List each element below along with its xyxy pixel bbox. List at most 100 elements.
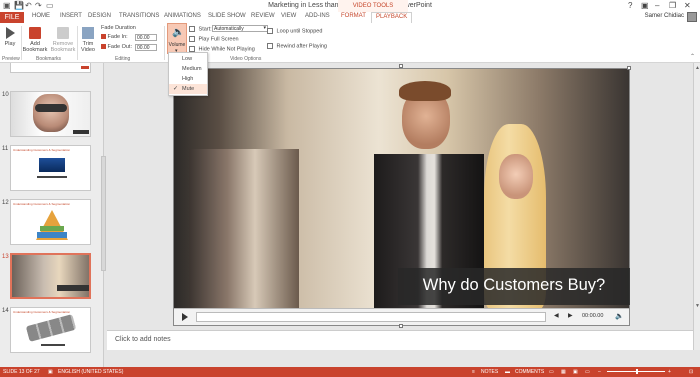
group-video-options-label: Video Options [230, 56, 262, 62]
fade-out-icon [101, 44, 106, 50]
tab-add-ins[interactable]: ADD-INS [305, 13, 330, 19]
loop-until-stopped-checkbox[interactable]: Loop until Stopped [267, 28, 322, 34]
scroll-down-icon[interactable]: ▼ [695, 303, 700, 309]
loop-until-stopped-label: Loop until Stopped [276, 28, 323, 35]
tab-animations[interactable]: ANIMATIONS [164, 13, 201, 19]
speaker-icon: 🔈 [172, 27, 185, 38]
slideshow-view-icon[interactable]: ▭ [585, 369, 590, 375]
volume-option-low[interactable]: Low [169, 54, 207, 64]
slide-12-title: Understanding Customers & Segmentation [13, 202, 71, 206]
trim-video-label: Trim Video [81, 41, 95, 53]
ribbon-display-icon[interactable]: ▣ [641, 1, 649, 10]
tab-file[interactable]: FILE [0, 12, 24, 23]
normal-view-icon[interactable]: ▭ [549, 369, 554, 375]
slide-thumbnail-13[interactable] [10, 253, 91, 299]
add-bookmark-button[interactable]: Add Bookmark [22, 27, 48, 53]
spellcheck-icon[interactable]: ▣ [48, 369, 53, 375]
comments-icon[interactable]: ▬ [505, 369, 510, 375]
forward-icon[interactable]: ▶ [568, 312, 573, 319]
slide-number-14: 14 [2, 308, 9, 314]
resize-handle[interactable] [627, 66, 631, 70]
tab-transitions[interactable]: TRANSITIONS [119, 13, 159, 19]
slide-thumbnail-partial[interactable] [10, 63, 91, 73]
video-time: 00:00.00 [582, 313, 604, 319]
collapse-ribbon-icon[interactable]: ⌃ [690, 53, 695, 60]
trim-video-button[interactable]: Trim Video [79, 27, 97, 53]
volume-button[interactable]: 🔈 Volume ▾ [167, 23, 187, 54]
loop-until-stopped-check[interactable] [267, 28, 273, 34]
group-bookmarks-label: Bookmarks [36, 56, 62, 62]
volume-option-mute-label: Mute [182, 86, 195, 92]
video-volume-icon[interactable]: 🔈 [615, 312, 624, 320]
slide-thumbnail-10[interactable] [10, 91, 91, 137]
zoom-slider-thumb[interactable] [636, 369, 638, 374]
remove-bookmark-button[interactable]: Remove Bookmark [50, 27, 76, 53]
fade-out-spinner[interactable]: 00.00 [135, 44, 157, 51]
fit-slide-icon[interactable]: ⊡ [689, 369, 693, 375]
video-play-icon[interactable] [182, 313, 188, 321]
fade-in-spinner[interactable]: 00.00 [135, 34, 157, 41]
reading-view-icon[interactable]: ▣ [573, 369, 578, 375]
tab-home[interactable]: HOME [32, 13, 50, 19]
remove-bookmark-icon [57, 27, 69, 39]
fade-in-label: Fade In: [107, 34, 128, 40]
slide-thumbnails-panel: 10 11 Understanding Customers & Segmenta… [0, 63, 106, 368]
man-hair-image [399, 81, 451, 101]
tab-insert[interactable]: INSERT [60, 13, 82, 19]
video-seek-bar[interactable] [196, 312, 546, 322]
volume-option-medium[interactable]: Medium [169, 64, 207, 74]
comments-button[interactable]: COMMENTS [515, 369, 544, 375]
resize-handle[interactable] [399, 64, 403, 68]
slide-thumbnail-12[interactable]: Understanding Customers & Segmentation [10, 199, 91, 245]
zoom-in-icon[interactable]: + [668, 369, 671, 375]
slide-thumbnail-11[interactable]: Understanding Customers & Segmentation [10, 145, 91, 191]
help-icon[interactable]: ? [628, 1, 632, 10]
user-name[interactable]: Samer Chidiac [645, 13, 684, 19]
minimize-icon[interactable]: – [655, 1, 659, 10]
avatar[interactable] [687, 12, 697, 22]
slide-panel-scrollbar[interactable] [101, 156, 106, 271]
play-full-screen-checkbox[interactable]: Play Full Screen [189, 36, 239, 42]
notes-button[interactable]: NOTES [481, 369, 498, 375]
notes-icon[interactable]: ≡ [472, 369, 475, 375]
tab-view[interactable]: VIEW [281, 13, 296, 19]
ribbon: Play Preview Add Bookmark Remove Bookmar… [0, 23, 700, 63]
rewind-icon[interactable]: ◀ [554, 312, 559, 319]
scroll-up-icon[interactable]: ▲ [695, 65, 700, 71]
volume-option-high[interactable]: High [169, 74, 207, 84]
fade-in-row: Fade In: [101, 34, 128, 40]
woman-face-image [499, 154, 533, 199]
slide-number-11: 11 [2, 146, 9, 152]
resize-handle[interactable] [399, 324, 403, 328]
slide-indicator[interactable]: SLIDE 13 OF 27 [3, 369, 40, 375]
slide-thumbnail-14[interactable]: Understanding Customers & Segmentation [10, 307, 91, 353]
play-full-screen-check[interactable] [189, 36, 195, 42]
language-indicator[interactable]: ENGLISH (UNITED STATES) [58, 369, 123, 375]
start-row: Start: [189, 26, 212, 32]
remove-bookmark-label: Remove Bookmark [50, 41, 76, 53]
volume-option-mute[interactable]: ✓ Mute [169, 84, 207, 94]
start-dropdown[interactable]: Automatically [212, 25, 268, 32]
restore-icon[interactable]: ❐ [669, 1, 676, 10]
play-icon [5, 27, 15, 39]
play-full-screen-label: Play Full Screen [198, 36, 239, 43]
video-tools-context-label: VIDEO TOOLS [338, 0, 408, 12]
tab-format[interactable]: FORMAT [341, 13, 366, 19]
tab-playback[interactable]: PLAYBACK [371, 12, 413, 23]
tab-slide-show[interactable]: SLIDE SHOW [208, 13, 246, 19]
vertical-scrollbar[interactable]: ▲ ▼ [693, 63, 700, 350]
close-icon[interactable]: ✕ [684, 1, 691, 10]
play-button[interactable]: Play [2, 27, 18, 47]
trim-video-icon [82, 27, 94, 39]
slide-13-caption-bar [57, 285, 89, 291]
rewind-after-playing-check[interactable] [267, 43, 273, 49]
slide-11-title: Understanding Customers & Segmentation [13, 148, 71, 152]
rewind-after-playing-checkbox[interactable]: Rewind after Playing [267, 43, 327, 49]
zoom-out-icon[interactable]: – [598, 369, 601, 375]
slide-number-12: 12 [2, 200, 9, 206]
notes-pane[interactable]: Click to add notes [107, 330, 693, 350]
people-silhouettes-image [39, 158, 65, 172]
slide-sorter-icon[interactable]: ▦ [561, 369, 566, 375]
tab-review[interactable]: REVIEW [251, 13, 275, 19]
tab-design[interactable]: DESIGN [88, 13, 111, 19]
